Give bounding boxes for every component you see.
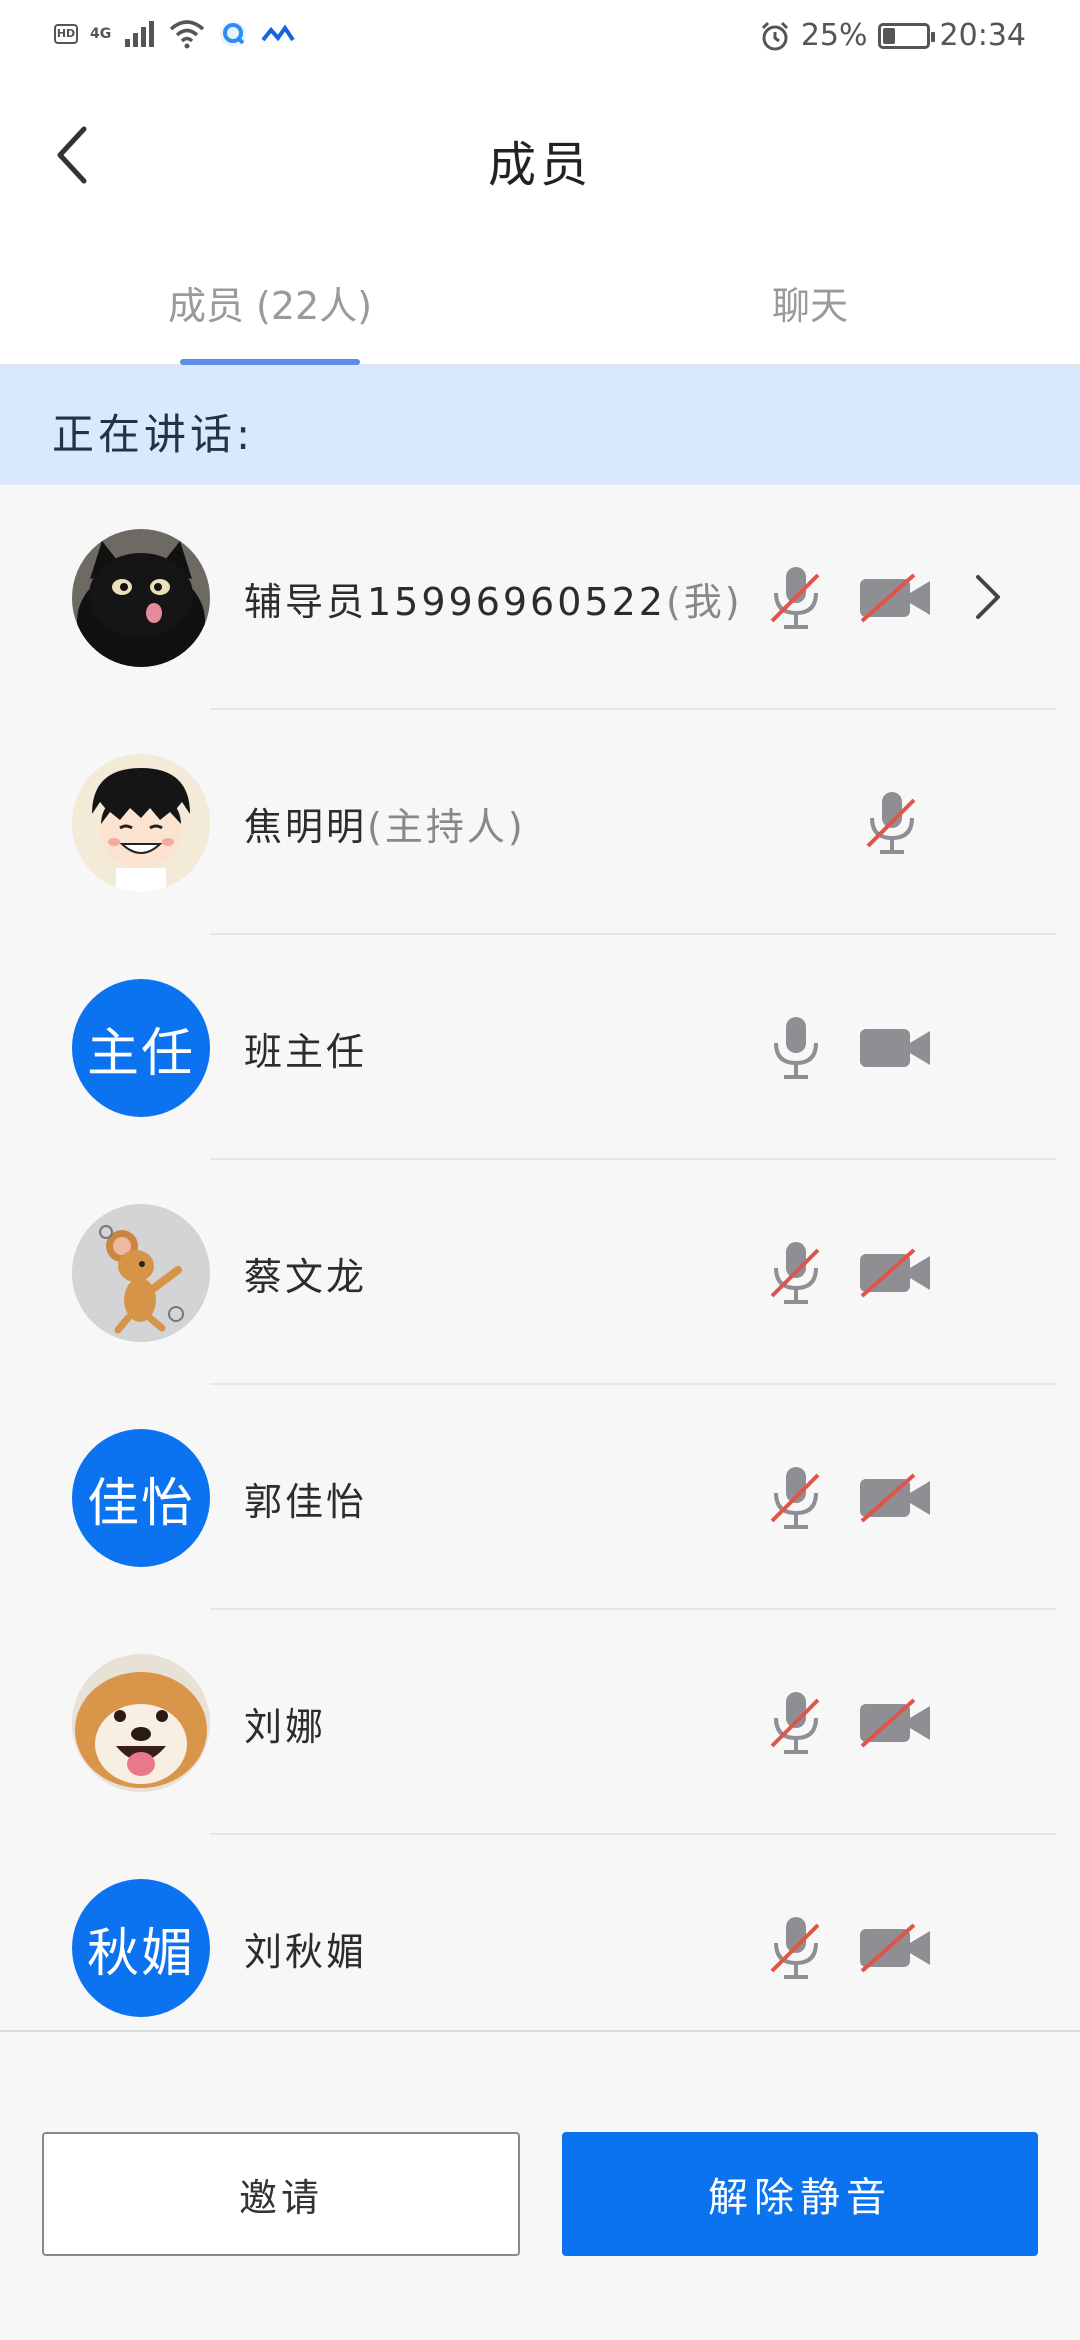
camera-off-icon[interactable]: [858, 1473, 934, 1523]
member-name: 焦明明(主持人): [244, 796, 526, 851]
member-row[interactable]: 焦明明(主持人): [0, 710, 1080, 935]
member-name-text: 刘娜: [244, 1705, 327, 1749]
member-name: 刘娜: [244, 1696, 326, 1751]
status-time: 20:34: [939, 18, 1026, 53]
tab-members[interactable]: 成员 (22人): [0, 275, 540, 330]
app-notification-icon: [220, 21, 247, 47]
camera-off-icon[interactable]: [858, 1248, 934, 1298]
black-cat-avatar-icon: [72, 529, 210, 667]
cartoon-mouse-avatar-icon: [72, 1204, 210, 1342]
members-screen: HD 4G 25% 20:34 成员 成员 (22人) 聊天 正在讲话: 辅导员…: [0, 0, 1080, 2340]
avatar: 秋媚: [72, 1879, 210, 2017]
status-right: 25% 20:34: [759, 18, 1026, 53]
speaking-banner: 正在讲话:: [0, 365, 1080, 485]
member-row[interactable]: 蔡文龙: [0, 1160, 1080, 1385]
battery-icon: [877, 22, 935, 49]
mic-muted-icon[interactable]: [766, 1238, 826, 1308]
camera-off-icon[interactable]: [858, 573, 934, 623]
camera-off-icon[interactable]: [858, 1923, 934, 1973]
member-name: 辅导员15996960522(我): [244, 571, 743, 626]
avatar: [72, 754, 210, 892]
mic-muted-icon[interactable]: [766, 1688, 826, 1758]
member-name-text: 刘秋媚: [244, 1930, 368, 1974]
member-name: 刘秋媚: [244, 1921, 367, 1976]
tab-chat[interactable]: 聊天: [540, 275, 1080, 330]
camera-icon[interactable]: [858, 1023, 934, 1073]
mic-muted-icon[interactable]: [766, 1913, 826, 1983]
member-role-suffix: (主持人): [367, 805, 526, 849]
shiba-dog-avatar-icon: [72, 1654, 210, 1792]
member-role-suffix: (我): [665, 580, 743, 624]
signal-icon: [125, 21, 155, 47]
bottom-action-bar: 邀请 解除静音: [0, 2030, 1080, 2340]
cartoon-boy-avatar-icon: [72, 754, 210, 892]
mic-muted-icon[interactable]: [766, 563, 826, 633]
hd-badge: HD: [54, 24, 78, 44]
wifi-icon: [170, 20, 205, 49]
alarm-icon: [761, 21, 788, 50]
avatar: [72, 1654, 210, 1792]
tab-bar: 成员 (22人) 聊天: [0, 245, 1080, 365]
member-name-text: 辅导员15996960522: [244, 580, 666, 624]
camera-off-icon[interactable]: [858, 1698, 934, 1748]
speaking-label: 正在讲话:: [52, 410, 255, 459]
chevron-right-icon[interactable]: [970, 571, 1006, 623]
member-list[interactable]: 辅导员15996960522(我) 焦明明(主持人) 主任 班主任 蔡文龙 佳怡…: [0, 485, 1080, 2030]
page-title: 成员: [487, 137, 592, 193]
avatar: [72, 529, 210, 667]
member-name-text: 焦明明: [244, 805, 368, 849]
member-name: 郭佳怡: [244, 1471, 367, 1526]
mic-muted-icon[interactable]: [766, 1463, 826, 1533]
invite-button[interactable]: 邀请: [42, 2132, 520, 2256]
member-name-text: 蔡文龙: [244, 1255, 368, 1299]
battery-level: [882, 27, 895, 44]
avatar: 佳怡: [72, 1429, 210, 1567]
member-name: 班主任: [244, 1021, 367, 1076]
mic-muted-icon[interactable]: [862, 788, 922, 858]
battery-percent: 25%: [800, 18, 868, 53]
status-left: HD 4G: [54, 18, 295, 50]
member-row[interactable]: 秋媚 刘秋媚: [0, 1835, 1080, 2030]
member-name-text: 郭佳怡: [244, 1480, 368, 1524]
member-row[interactable]: 主任 班主任: [0, 935, 1080, 1160]
status-bar: HD 4G 25% 20:34: [0, 0, 1080, 75]
mic-icon[interactable]: [766, 1013, 826, 1083]
member-row[interactable]: 刘娜: [0, 1610, 1080, 1835]
network-type: 4G: [90, 26, 112, 42]
member-name-text: 班主任: [244, 1030, 368, 1074]
nav-header: 成员: [0, 75, 1080, 245]
avatar: 主任: [72, 979, 210, 1117]
member-name: 蔡文龙: [244, 1246, 367, 1301]
member-row[interactable]: 辅导员15996960522(我): [0, 485, 1080, 710]
avatar: [72, 1204, 210, 1342]
member-row[interactable]: 佳怡 郭佳怡: [0, 1385, 1080, 1610]
unmute-button[interactable]: 解除静音: [562, 2132, 1038, 2256]
app-notification-icon-2: [261, 24, 295, 42]
